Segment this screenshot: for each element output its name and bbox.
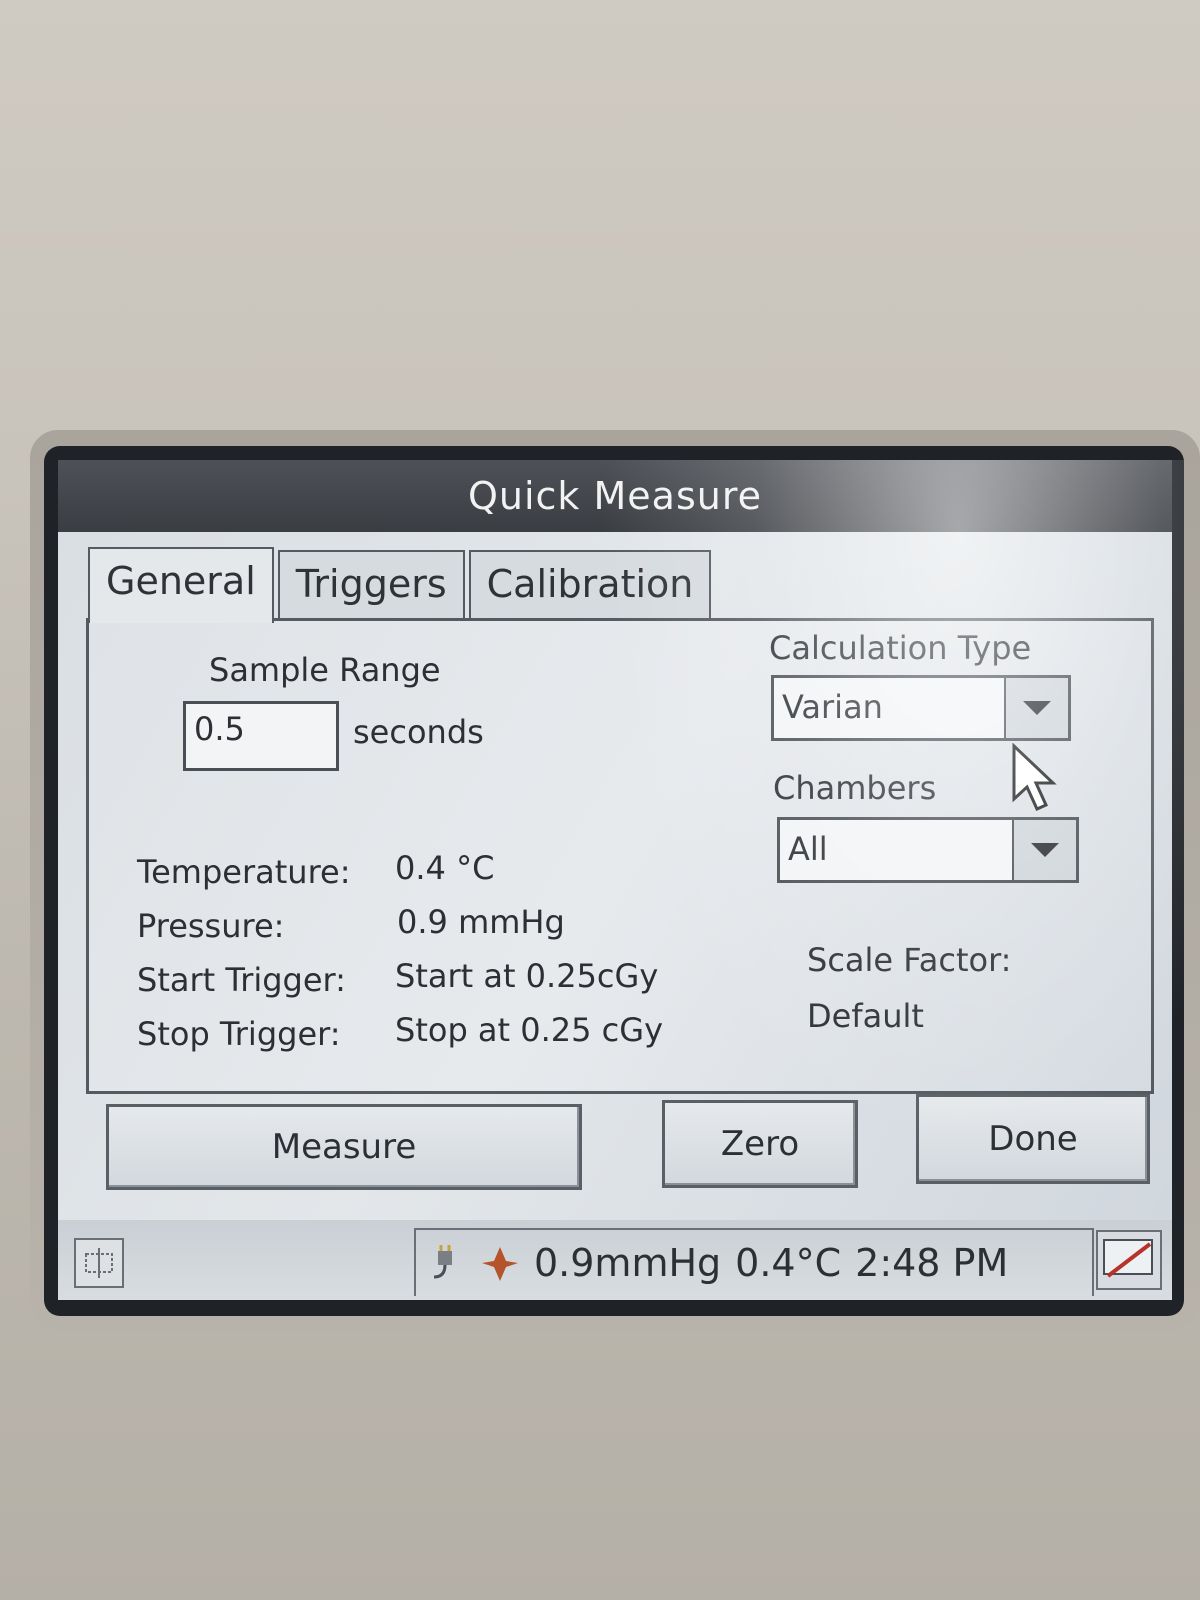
chevron-down-icon[interactable] — [1004, 678, 1068, 738]
pressure-label: Pressure: — [137, 907, 285, 945]
scale-factor-label: Scale Factor: — [807, 941, 1012, 979]
zero-button[interactable]: Zero — [662, 1100, 858, 1188]
taskbar: 0.9mmHg 0.4°C 2:48 PM — [58, 1220, 1172, 1300]
start-trigger-value: Start at 0.25cGy — [395, 957, 659, 995]
stop-trigger-label: Stop Trigger: — [137, 1015, 341, 1053]
sample-range-input[interactable]: 0.5 — [183, 701, 339, 771]
sample-range-unit: seconds — [353, 713, 484, 751]
window-title: Quick Measure — [467, 474, 763, 518]
start-menu-icon[interactable] — [74, 1238, 124, 1288]
power-plug-icon[interactable] — [428, 1243, 468, 1283]
chambers-value: All — [788, 830, 828, 868]
tab-strip: General Triggers Calibration — [88, 547, 715, 623]
sample-range-label: Sample Range — [209, 651, 441, 689]
tab-triggers[interactable]: Triggers — [277, 550, 465, 620]
taskbar-pressure: 0.9mmHg — [534, 1241, 722, 1285]
show-desktop-glyph — [1103, 1239, 1153, 1278]
calculation-type-select[interactable]: Varian — [771, 675, 1071, 741]
network-icon[interactable] — [480, 1243, 520, 1283]
stop-trigger-value: Stop at 0.25 cGy — [395, 1011, 663, 1049]
measure-button[interactable]: Measure — [106, 1104, 582, 1190]
chambers-select[interactable]: All — [777, 817, 1079, 883]
title-bar: Quick Measure — [58, 460, 1172, 532]
temperature-value: 0.4 °C — [395, 849, 495, 887]
tab-calibration[interactable]: Calibration — [468, 550, 712, 620]
general-panel: Sample Range 0.5 seconds Calculation Typ… — [86, 618, 1154, 1094]
taskbar-temperature: 0.4°C — [735, 1241, 842, 1285]
calculation-type-label: Calculation Type — [769, 629, 1032, 667]
show-desktop-icon[interactable] — [1096, 1230, 1162, 1290]
temperature-label: Temperature: — [137, 853, 351, 891]
tab-general[interactable]: General — [88, 547, 274, 623]
start-trigger-label: Start Trigger: — [137, 961, 346, 999]
calculation-type-value: Varian — [782, 688, 883, 726]
quick-measure-window: Quick Measure General Triggers Calibrati… — [58, 460, 1184, 1300]
scale-factor-value: Default — [807, 997, 924, 1035]
pressure-value: 0.9 mmHg — [397, 903, 565, 941]
start-menu-glyph — [85, 1248, 113, 1278]
system-tray: 0.9mmHg 0.4°C 2:48 PM — [414, 1228, 1094, 1296]
mouse-pointer-icon — [1012, 743, 1057, 811]
taskbar-clock: 2:48 PM — [855, 1241, 1009, 1285]
chevron-down-icon[interactable] — [1012, 820, 1076, 880]
done-button[interactable]: Done — [916, 1094, 1150, 1184]
device-screen: Quick Measure General Triggers Calibrati… — [44, 446, 1184, 1316]
chambers-label: Chambers — [773, 769, 937, 807]
